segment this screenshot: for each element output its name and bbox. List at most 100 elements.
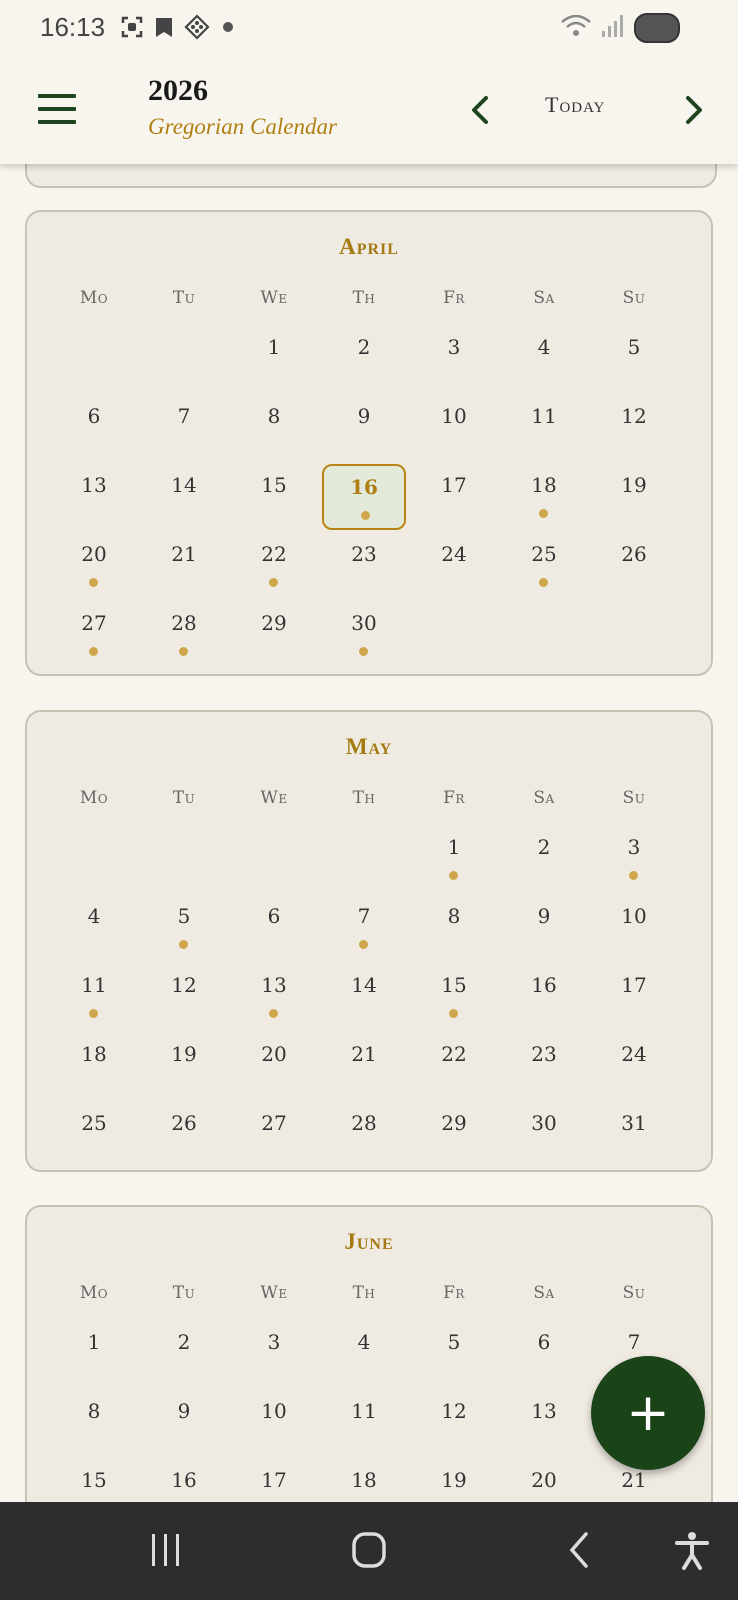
day-cell[interactable]: 3 — [592, 826, 676, 892]
day-cell[interactable]: 25 — [502, 533, 586, 599]
day-number: 25 — [531, 542, 557, 566]
day-cell[interactable]: 5 — [592, 326, 676, 392]
day-cell[interactable]: 10 — [232, 1390, 316, 1456]
day-cell[interactable]: 5 — [142, 895, 226, 961]
day-cell[interactable]: 23 — [502, 1033, 586, 1099]
day-cell[interactable]: 9 — [322, 395, 406, 461]
day-cell[interactable]: 18 — [502, 464, 586, 530]
day-cell[interactable]: 29 — [232, 602, 316, 668]
day-cell[interactable]: 11 — [322, 1390, 406, 1456]
day-cell[interactable]: 4 — [322, 1321, 406, 1387]
day-cell[interactable]: 27 — [232, 1102, 316, 1168]
day-cell-today[interactable]: 16 — [322, 464, 406, 530]
day-cell[interactable]: 2 — [502, 826, 586, 892]
day-cell[interactable]: 16 — [142, 1459, 226, 1502]
menu-button[interactable] — [38, 94, 76, 124]
day-cell[interactable]: 8 — [412, 895, 496, 961]
day-cell[interactable]: 28 — [142, 602, 226, 668]
day-cell[interactable]: 7 — [142, 395, 226, 461]
day-cell[interactable]: 13 — [52, 464, 136, 530]
home-button[interactable] — [350, 1528, 390, 1576]
event-dot-icon — [539, 578, 548, 587]
day-cell[interactable]: 24 — [592, 1033, 676, 1099]
day-cell[interactable]: 11 — [502, 395, 586, 461]
day-cell[interactable]: 20 — [502, 1459, 586, 1502]
day-cell[interactable]: 12 — [592, 395, 676, 461]
day-cell[interactable]: 20 — [52, 533, 136, 599]
day-cell[interactable]: 18 — [52, 1033, 136, 1099]
day-cell[interactable]: 8 — [232, 395, 316, 461]
next-button[interactable] — [678, 90, 708, 130]
day-number: 16 — [531, 973, 557, 997]
day-cell[interactable]: 6 — [502, 1321, 586, 1387]
day-cell[interactable]: 17 — [232, 1459, 316, 1502]
day-cell[interactable]: 6 — [232, 895, 316, 961]
day-cell[interactable]: 15 — [52, 1459, 136, 1502]
day-cell[interactable]: 1 — [52, 1321, 136, 1387]
day-cell[interactable]: 6 — [52, 395, 136, 461]
day-cell[interactable]: 26 — [592, 533, 676, 599]
day-number: 19 — [441, 1468, 467, 1492]
day-cell[interactable]: 9 — [502, 895, 586, 961]
day-cell[interactable]: 4 — [52, 895, 136, 961]
accessibility-button[interactable] — [672, 1528, 712, 1576]
day-cell[interactable]: 19 — [592, 464, 676, 530]
day-cell[interactable]: 14 — [142, 464, 226, 530]
day-number: 24 — [621, 1042, 647, 1066]
add-event-button[interactable]: + — [591, 1356, 705, 1470]
day-cell[interactable]: 4 — [502, 326, 586, 392]
day-cell[interactable]: 11 — [52, 964, 136, 1030]
day-cell[interactable]: 12 — [142, 964, 226, 1030]
day-cell[interactable]: 12 — [412, 1390, 496, 1456]
day-cell[interactable]: 22 — [232, 533, 316, 599]
day-cell[interactable]: 15 — [232, 464, 316, 530]
day-cell[interactable]: 16 — [502, 964, 586, 1030]
day-cell[interactable]: 18 — [322, 1459, 406, 1502]
day-cell[interactable]: 9 — [142, 1390, 226, 1456]
day-cell[interactable]: 5 — [412, 1321, 496, 1387]
day-cell[interactable]: 14 — [322, 964, 406, 1030]
day-cell[interactable]: 21 — [322, 1033, 406, 1099]
day-cell[interactable]: 30 — [502, 1102, 586, 1168]
day-cell[interactable]: 22 — [412, 1033, 496, 1099]
day-cell[interactable]: 31 — [592, 1102, 676, 1168]
day-cell[interactable]: 29 — [412, 1102, 496, 1168]
day-cell[interactable]: 23 — [322, 533, 406, 599]
day-cell[interactable]: 19 — [142, 1033, 226, 1099]
month-title: April — [339, 234, 399, 259]
day-cell[interactable]: 8 — [52, 1390, 136, 1456]
day-cell[interactable]: 25 — [52, 1102, 136, 1168]
day-cell[interactable]: 30 — [322, 602, 406, 668]
day-cell[interactable]: 1 — [232, 326, 316, 392]
today-button[interactable]: Today — [545, 92, 605, 118]
event-dot-icon — [629, 871, 638, 880]
day-cell[interactable]: 2 — [142, 1321, 226, 1387]
back-button[interactable] — [560, 1528, 600, 1576]
day-cell[interactable]: 10 — [412, 395, 496, 461]
day-cell[interactable]: 24 — [412, 533, 496, 599]
day-cell[interactable]: 27 — [52, 602, 136, 668]
day-cell[interactable]: 19 — [412, 1459, 496, 1502]
previous-button[interactable] — [466, 90, 496, 130]
day-cell[interactable]: 3 — [232, 1321, 316, 1387]
day-cell[interactable]: 1 — [412, 826, 496, 892]
day-cell[interactable]: 15 — [412, 964, 496, 1030]
day-cell[interactable]: 26 — [142, 1102, 226, 1168]
day-number: 13 — [81, 473, 107, 497]
day-cell[interactable]: 7 — [322, 895, 406, 961]
calendar-scroll-area[interactable]: April Mo Tu We Th Fr Sa Su 1 2 3 4 5 6 7 8 9 10 11 12 13 14 15… — [0, 164, 738, 1502]
day-number: 3 — [447, 335, 461, 359]
day-cell[interactable]: 3 — [412, 326, 496, 392]
day-number: 8 — [267, 404, 281, 428]
day-cell[interactable]: 13 — [502, 1390, 586, 1456]
status-time: 16:13 — [40, 12, 106, 42]
day-cell[interactable]: 13 — [232, 964, 316, 1030]
day-cell[interactable]: 21 — [142, 533, 226, 599]
day-cell[interactable]: 17 — [412, 464, 496, 530]
day-cell[interactable]: 2 — [322, 326, 406, 392]
recent-apps-button[interactable] — [146, 1528, 186, 1576]
day-cell[interactable]: 17 — [592, 964, 676, 1030]
day-cell[interactable]: 20 — [232, 1033, 316, 1099]
day-cell[interactable]: 10 — [592, 895, 676, 961]
day-cell[interactable]: 28 — [322, 1102, 406, 1168]
